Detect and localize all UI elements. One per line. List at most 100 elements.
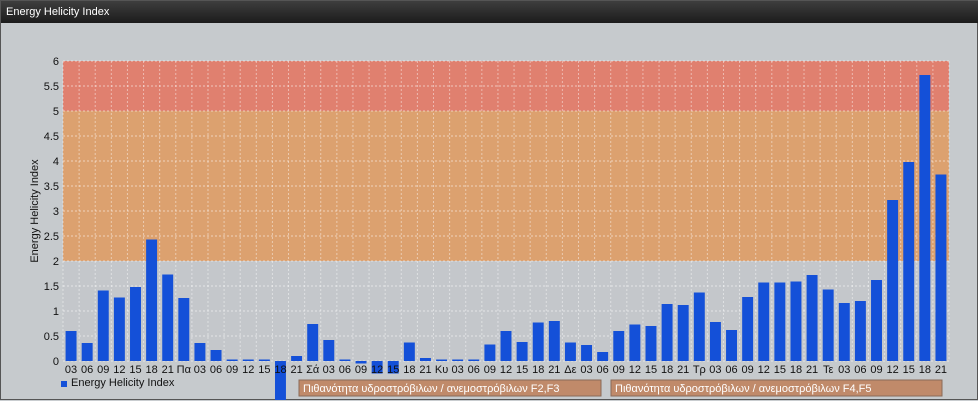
x-tick-label: 03 (194, 364, 206, 376)
x-tick-label: 06 (339, 364, 351, 376)
x-tick-label: 12 (500, 364, 512, 376)
x-tick-label: Τε (823, 364, 834, 376)
x-tick-label: 12 (758, 364, 770, 376)
bar (581, 345, 593, 361)
bar (822, 289, 834, 361)
bar (935, 174, 947, 361)
x-tick-label: 15 (129, 364, 141, 376)
bar (97, 290, 109, 361)
y-tick-label: 3 (53, 206, 59, 218)
x-tick-label: Σά (306, 364, 320, 376)
y-tick-label: 3.5 (44, 181, 59, 193)
y-tick-label: 1 (53, 306, 59, 318)
bar (548, 321, 560, 361)
x-tick-label: 21 (162, 364, 174, 376)
bar (452, 359, 464, 361)
x-tick-label: 15 (903, 364, 915, 376)
y-tick-label: 5 (53, 106, 59, 118)
bar (903, 162, 915, 361)
x-tick-label: 09 (484, 364, 496, 376)
bar (258, 359, 270, 361)
bar (742, 297, 754, 361)
bar (597, 352, 609, 361)
x-tick-label: 03 (323, 364, 335, 376)
x-tick-label: 21 (677, 364, 689, 376)
x-tick-label: 18 (532, 364, 544, 376)
bar (484, 344, 496, 361)
x-tick-label: 18 (661, 364, 673, 376)
x-tick-label: 12 (113, 364, 125, 376)
bar (629, 324, 641, 361)
bar (146, 239, 158, 361)
x-tick-label: 12 (371, 364, 383, 376)
bar (532, 322, 544, 361)
x-tick-label: Πα (177, 364, 192, 376)
bar (113, 297, 125, 361)
y-tick-label: 2.5 (44, 231, 59, 243)
x-tick-label: 03 (65, 364, 77, 376)
x-tick-label: 06 (854, 364, 866, 376)
x-tick-label: 03 (838, 364, 850, 376)
bar (645, 326, 657, 361)
x-axis-ticks: 03 06 09 12 15 18 21 Πα 03 06 09 12 15 18 21 Σά 03 06 09 12… (65, 364, 947, 376)
x-tick-label: 15 (645, 364, 657, 376)
x-tick-label: 18 (403, 364, 415, 376)
bar (194, 343, 206, 361)
bar (726, 330, 738, 361)
y-tick-label: 0.5 (44, 331, 59, 343)
x-tick-label: 06 (210, 364, 222, 376)
x-tick-label: 06 (81, 364, 93, 376)
x-tick-label: Δε (564, 364, 576, 376)
y-axis-ticks: 0 0.5 1 1.5 2 2.5 3 3.5 4 4.5 5 5.5 6 (44, 56, 59, 368)
x-tick-label: 15 (774, 364, 786, 376)
bar (516, 342, 528, 361)
bar (468, 359, 480, 361)
bar (419, 358, 431, 361)
x-tick-label: 18 (145, 364, 157, 376)
x-tick-label: 18 (919, 364, 931, 376)
legend-label: Energy Helicity Index (71, 377, 175, 389)
bar (178, 298, 190, 361)
bar (806, 275, 818, 361)
bar (758, 282, 770, 361)
bar (323, 340, 335, 361)
bar (838, 303, 850, 361)
x-tick-label: 21 (419, 364, 431, 376)
x-tick-label: 06 (468, 364, 480, 376)
legend: Energy Helicity Index (61, 377, 175, 389)
bar (677, 305, 689, 361)
x-tick-label: 09 (742, 364, 754, 376)
bar (130, 287, 141, 361)
band-legend-label-1: Πιθανότητα υδροστρόβιλων / ανεμοστρόβιλω… (303, 383, 560, 395)
bar (693, 292, 705, 361)
x-tick-label: 12 (242, 364, 254, 376)
y-tick-label: 1.5 (44, 281, 59, 293)
bar (242, 359, 254, 361)
y-tick-label: 4.5 (44, 131, 59, 143)
x-tick-label: 21 (548, 364, 560, 376)
x-tick-label: 12 (629, 364, 641, 376)
x-tick-label: 03 (580, 364, 592, 376)
y-tick-label: 6 (53, 56, 59, 68)
x-tick-label: 06 (597, 364, 609, 376)
bar (210, 350, 222, 361)
bar (403, 342, 415, 361)
x-tick-label: 09 (870, 364, 882, 376)
bar (291, 356, 303, 361)
x-tick-label: Κυ (435, 364, 448, 376)
x-tick-label: 09 (355, 364, 367, 376)
window-title: Energy Helicity Index (1, 1, 978, 23)
bar (871, 280, 882, 361)
x-tick-label: 12 (886, 364, 898, 376)
x-tick-label: 15 (387, 364, 399, 376)
x-tick-label: Τρ (693, 364, 706, 376)
x-tick-label: 09 (613, 364, 625, 376)
bar (436, 359, 448, 361)
bar (661, 304, 673, 361)
y-tick-label: 5.5 (44, 81, 59, 93)
bar (887, 200, 899, 361)
x-tick-label: 15 (516, 364, 528, 376)
x-tick-label: 21 (806, 364, 818, 376)
bar (162, 274, 174, 361)
bar (709, 322, 721, 361)
